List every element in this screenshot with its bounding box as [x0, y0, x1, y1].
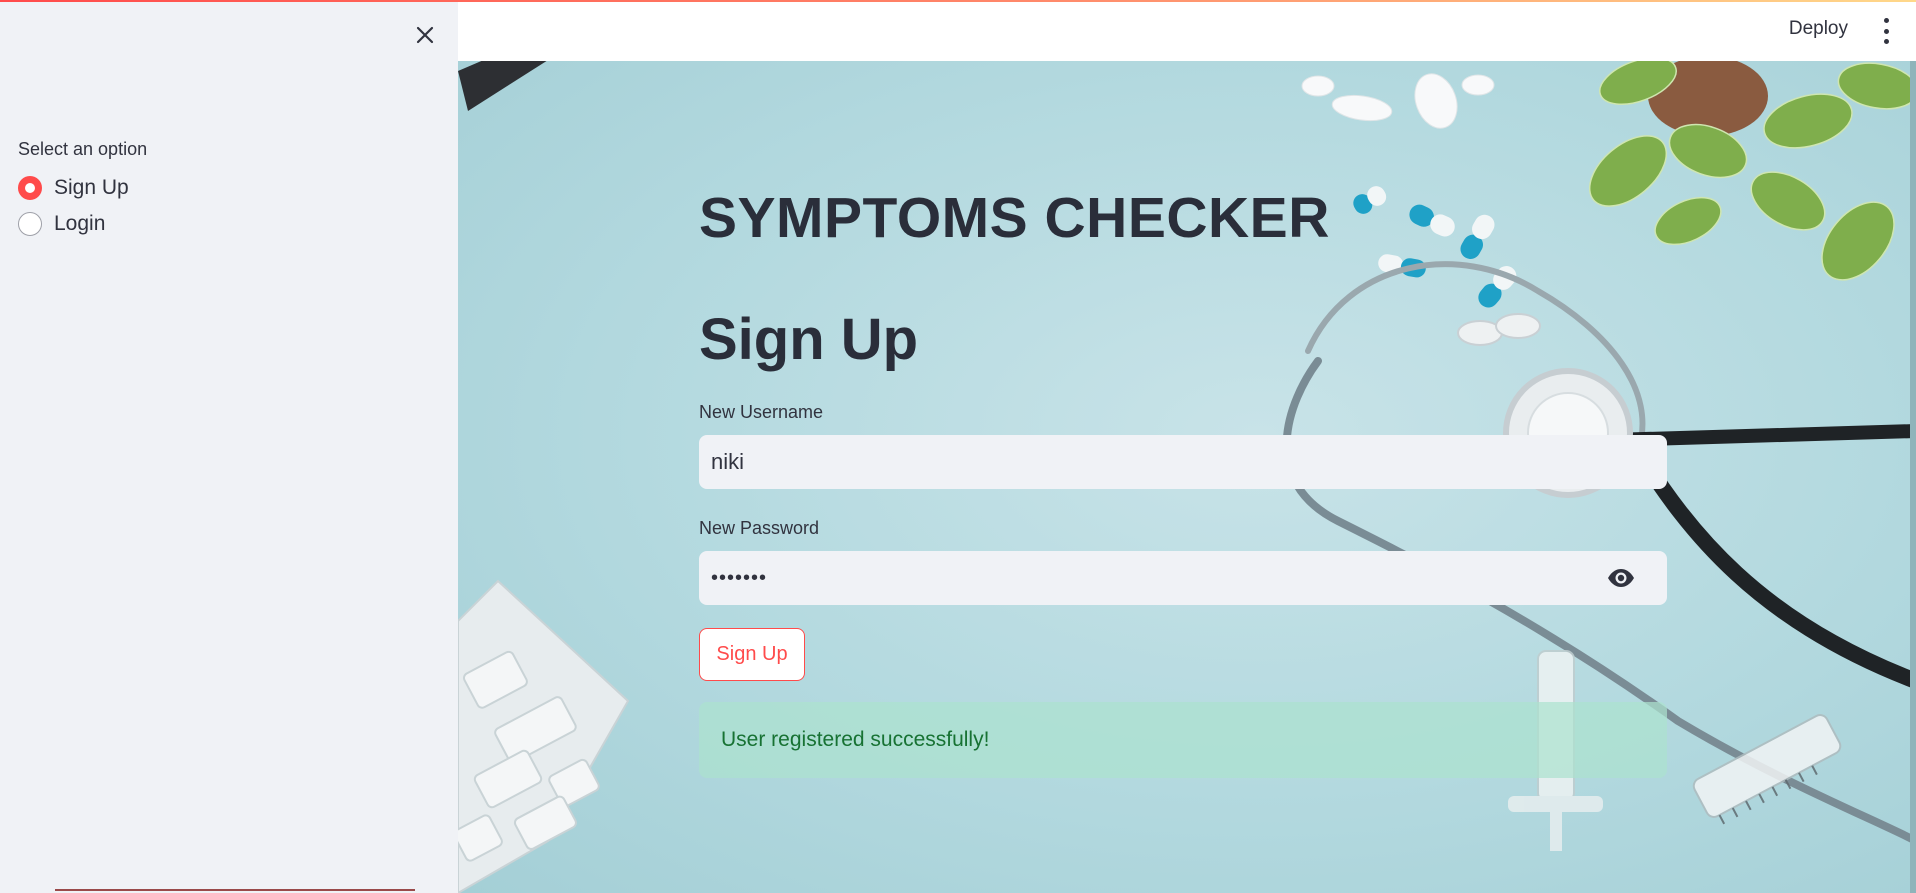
password-input[interactable]: ••••••• — [699, 551, 1667, 605]
app-header: Deploy — [458, 0, 1916, 61]
scrollbar[interactable] — [1910, 61, 1916, 893]
sign-up-button[interactable]: Sign Up — [699, 628, 805, 681]
radio-option-label: Login — [54, 212, 106, 235]
radio-button-selected[interactable] — [18, 176, 42, 200]
radio-group-label: Select an option — [18, 139, 148, 159]
kebab-menu-icon[interactable] — [1876, 18, 1896, 44]
password-value: ••••••• — [711, 566, 768, 589]
success-alert: User registered successfully! — [699, 702, 1667, 778]
username-input[interactable]: niki — [699, 435, 1667, 489]
sidebar-divider — [55, 889, 415, 891]
close-icon — [416, 26, 434, 44]
radio-button[interactable] — [18, 212, 42, 236]
eye-icon[interactable] — [1605, 562, 1637, 594]
radio-option-label: Sign Up — [54, 176, 129, 199]
username-label: New Username — [699, 402, 824, 422]
radio-option-sign-up[interactable]: Sign Up — [18, 176, 129, 200]
header-decoration-stripe — [0, 0, 1916, 2]
deploy-button[interactable]: Deploy — [1789, 18, 1848, 40]
close-sidebar-button[interactable] — [408, 18, 442, 52]
app-title: SYMPTOMS CHECKER — [699, 186, 1330, 250]
username-value: niki — [711, 449, 745, 474]
password-label: New Password — [699, 518, 820, 538]
sidebar: Select an option Sign Up Login — [0, 0, 458, 893]
form-title: Sign Up — [699, 307, 919, 372]
radio-option-login[interactable]: Login — [18, 212, 105, 236]
